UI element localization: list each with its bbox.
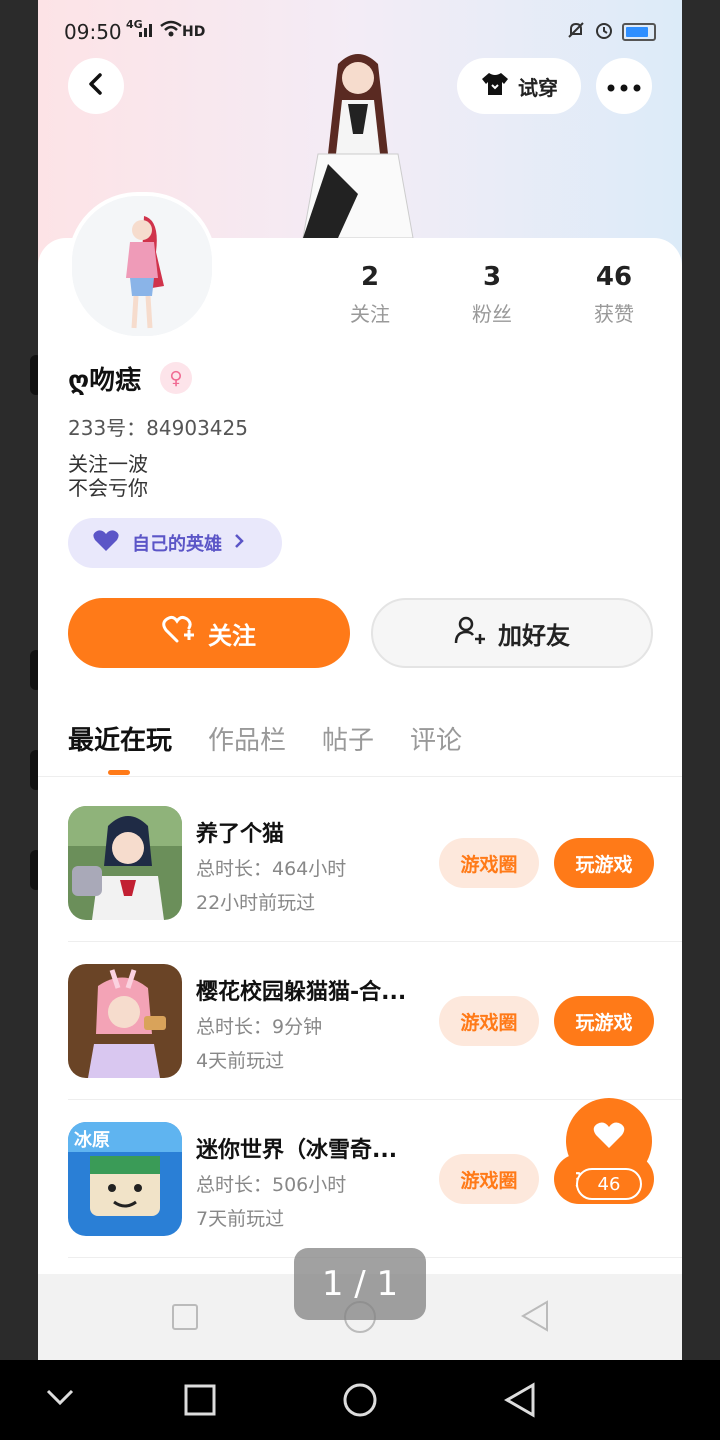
mute-bell-icon (566, 20, 586, 44)
tab-works[interactable]: 作品栏 (208, 720, 286, 757)
game-duration: 总时长：506小时 (196, 1174, 347, 1196)
game-thumbnail: 冰原 (68, 1122, 182, 1236)
game-title: 樱花校园躲猫猫-合... (196, 980, 407, 1005)
play-game-button[interactable]: 玩游戏 (554, 838, 654, 888)
try-on-button[interactable]: 试穿 (457, 58, 581, 114)
heart-plus-icon (162, 615, 196, 651)
more-options-button[interactable] (596, 58, 652, 114)
heart-icon (92, 529, 120, 558)
game-circle-button[interactable]: 游戏圈 (439, 838, 539, 888)
game-row[interactable]: 樱花校园躲猫猫-合... 总时长：9分钟 4天前玩过 游戏圈 玩游戏 (68, 964, 682, 1082)
divider (68, 941, 682, 942)
recent-apps-icon[interactable] (184, 1384, 216, 1420)
stat-following[interactable]: 2 关注 (325, 262, 415, 327)
tab-comments[interactable]: 评论 (410, 720, 462, 757)
divider (38, 776, 682, 777)
stat-label: 关注 (350, 302, 390, 326)
bio-line: 不会亏你 (68, 476, 148, 500)
profile-tabs: 最近在玩 作品栏 帖子 评论 (68, 720, 462, 757)
try-on-label: 试穿 (518, 75, 558, 100)
game-last-played: 22小时前玩过 (196, 892, 316, 914)
divider (68, 1099, 682, 1100)
back-button[interactable] (68, 58, 124, 114)
bio: 关注一波 不会亏你 (68, 452, 148, 500)
triangle-back-icon[interactable] (520, 1300, 550, 1336)
stat-value: 46 (595, 262, 633, 292)
game-circle-button[interactable]: 游戏圈 (439, 996, 539, 1046)
stat-likes[interactable]: 46 获赞 (569, 262, 659, 327)
alarm-icon (594, 20, 614, 44)
square-nav-icon[interactable] (172, 1304, 198, 1334)
game-thumbnail (68, 806, 182, 920)
game-duration: 总时长：9分钟 (196, 1016, 323, 1038)
username: ღ吻痣 (68, 366, 142, 396)
chevron-down-icon[interactable] (46, 1388, 74, 1410)
add-user-icon (454, 615, 486, 651)
tab-posts[interactable]: 帖子 (322, 720, 374, 757)
stat-value: 2 (360, 262, 380, 292)
system-navigation-bar (0, 1360, 720, 1440)
game-last-played: 4天前玩过 (196, 1050, 285, 1072)
follow-button[interactable]: 关注 (68, 598, 350, 668)
game-row[interactable]: 养了个猫 总时长：464小时 22小时前玩过 游戏圈 玩游戏 (68, 806, 682, 924)
signal-icon (138, 20, 156, 42)
avatar[interactable] (68, 192, 216, 340)
app-screen: 09:50 4G HD 试穿 2 关注 3 粉丝 46 获赞 ღ吻痣 ♀ 233… (38, 0, 682, 1360)
battery-icon (622, 23, 656, 41)
stat-fans[interactable]: 3 粉丝 (447, 262, 537, 327)
game-title: 养了个猫 (196, 822, 285, 847)
shirt-icon (480, 71, 510, 102)
stat-label: 粉丝 (472, 302, 512, 326)
game-thumbnail-text: 冰原 (74, 1129, 110, 1151)
follow-label: 关注 (208, 621, 256, 650)
game-thumbnail (68, 964, 182, 1078)
chevron-left-icon (86, 72, 106, 100)
add-friend-button[interactable]: 加好友 (371, 598, 653, 668)
page-indicator: 1 / 1 (294, 1248, 426, 1320)
wifi-icon (160, 20, 182, 42)
more-dots-icon (607, 77, 641, 96)
tab-indicator (108, 770, 130, 775)
add-friend-label: 加好友 (498, 621, 570, 650)
game-title: 迷你世界（冰雪奇... (196, 1138, 398, 1163)
status-time: 09:50 (64, 20, 122, 44)
heart-icon (592, 1120, 626, 1154)
game-last-played: 7天前玩过 (196, 1208, 285, 1230)
game-circle-button[interactable]: 游戏圈 (439, 1154, 539, 1204)
avatar-3d-image (302, 54, 414, 238)
play-game-button[interactable]: 玩游戏 (554, 996, 654, 1046)
game-duration: 总时长：464小时 (196, 858, 347, 880)
chevron-right-icon (234, 533, 244, 554)
user-id: 233号：84903425 (68, 416, 248, 440)
bio-line: 关注一波 (68, 452, 148, 476)
hero-tag-button[interactable]: 自己的英雄 (68, 518, 282, 568)
hero-tag-label: 自己的英雄 (132, 534, 222, 555)
home-icon[interactable] (342, 1382, 378, 1422)
hd-indicator: HD (182, 24, 206, 40)
stat-value: 3 (482, 262, 502, 292)
stat-label: 获赞 (594, 302, 634, 326)
tab-recently-played[interactable]: 最近在玩 (68, 720, 172, 757)
back-icon[interactable] (503, 1382, 536, 1422)
female-gender-icon: ♀ (160, 362, 192, 394)
like-count-badge: 46 (576, 1168, 642, 1200)
avatar-figure-image (72, 196, 212, 336)
